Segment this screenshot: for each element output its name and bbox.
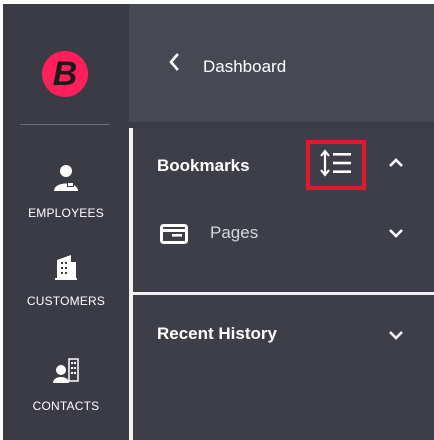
recent-history-title[interactable]: Recent History xyxy=(157,324,277,344)
rail-item-label: CUSTOMERS xyxy=(26,294,106,308)
employee-icon xyxy=(53,164,79,199)
header-divider xyxy=(129,122,434,128)
rail-item-label: EMPLOYEES xyxy=(28,206,104,220)
building-icon xyxy=(54,252,78,287)
rail-item-customers[interactable]: CUSTOMERS xyxy=(3,252,129,322)
rail-divider xyxy=(20,124,110,125)
left-rail: B EMPLOYEES CUSTOMERS CONTACTS xyxy=(3,4,129,440)
rail-item-employees[interactable]: EMPLOYEES xyxy=(3,164,129,234)
page-title[interactable]: Dashboard xyxy=(203,57,286,77)
logo-letter: B xyxy=(52,55,78,93)
chevron-down-icon[interactable] xyxy=(387,226,405,245)
rail-item-label: CONTACTS xyxy=(32,399,100,413)
sort-list-icon xyxy=(319,148,353,182)
app-frame: B EMPLOYEES CUSTOMERS CONTACTS Dashboard… xyxy=(3,4,434,440)
chevron-down-icon[interactable] xyxy=(387,328,405,347)
chevron-left-icon[interactable] xyxy=(167,52,181,72)
panel-header: Dashboard xyxy=(129,4,434,122)
bookmark-pages-row[interactable]: Pages xyxy=(133,211,434,255)
bookmarks-title[interactable]: Bookmarks xyxy=(157,156,250,176)
brand-logo[interactable]: B xyxy=(42,51,88,97)
pages-label: Pages xyxy=(210,223,259,242)
window-icon xyxy=(160,224,188,249)
rail-item-contacts[interactable]: CONTACTS xyxy=(3,357,129,427)
chevron-up-icon[interactable] xyxy=(387,156,405,175)
section-divider xyxy=(133,292,434,295)
content-edge xyxy=(129,128,133,440)
sort-bookmarks-button[interactable] xyxy=(306,140,366,190)
contacts-icon xyxy=(52,357,80,392)
